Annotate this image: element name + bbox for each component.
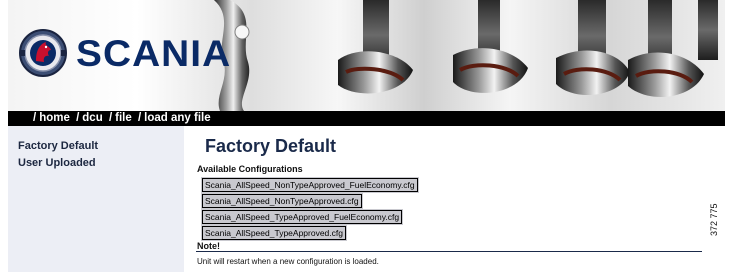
breadcrumb-separator: / bbox=[33, 112, 37, 124]
sidebar-item-factory-default[interactable]: Factory Default bbox=[18, 140, 98, 152]
note-text: Unit will restart when a new configurati… bbox=[197, 257, 379, 266]
header-banner: SCANIA bbox=[8, 0, 725, 111]
breadcrumb-separator: / bbox=[137, 112, 142, 124]
config-button-nontypeapproved[interactable]: Scania_AllSpeed_NonTypeApproved.cfg bbox=[201, 193, 363, 209]
main-content: Factory Default Available Configurations… bbox=[196, 126, 706, 272]
breadcrumb-separator: / bbox=[76, 112, 80, 124]
sidebar-item-user-uploaded[interactable]: User Uploaded bbox=[18, 157, 96, 169]
breadcrumb-home[interactable]: home bbox=[39, 112, 70, 124]
breadcrumb: / home / dcu / file / load any file bbox=[8, 111, 725, 126]
config-button-typeapproved[interactable]: Scania_AllSpeed_TypeApproved.cfg bbox=[201, 225, 347, 241]
config-button-typeapproved-fueleconomy[interactable]: Scania_AllSpeed_TypeApproved_FuelEconomy… bbox=[200, 209, 404, 225]
divider bbox=[196, 251, 702, 252]
breadcrumb-dcu[interactable]: dcu bbox=[82, 112, 102, 124]
breadcrumb-file[interactable]: file bbox=[115, 112, 132, 124]
available-configurations-heading: Available Configurations bbox=[197, 164, 303, 174]
figure-number: 372 775 bbox=[709, 203, 719, 236]
scania-griffin-logo-icon bbox=[19, 29, 67, 77]
note-heading: Note! bbox=[197, 241, 220, 251]
config-button-nontypeapproved-fueleconomy[interactable]: Scania_AllSpeed_NonTypeApproved_FuelEcon… bbox=[201, 177, 419, 193]
page-title: Factory Default bbox=[205, 136, 337, 156]
sidebar: Factory Default User Uploaded bbox=[8, 126, 184, 272]
breadcrumb-separator: / bbox=[108, 112, 113, 124]
brand-logo[interactable]: SCANIA bbox=[18, 28, 230, 78]
breadcrumb-load-any-file[interactable]: load any file bbox=[144, 112, 210, 124]
brand-name: SCANIA bbox=[76, 32, 232, 74]
